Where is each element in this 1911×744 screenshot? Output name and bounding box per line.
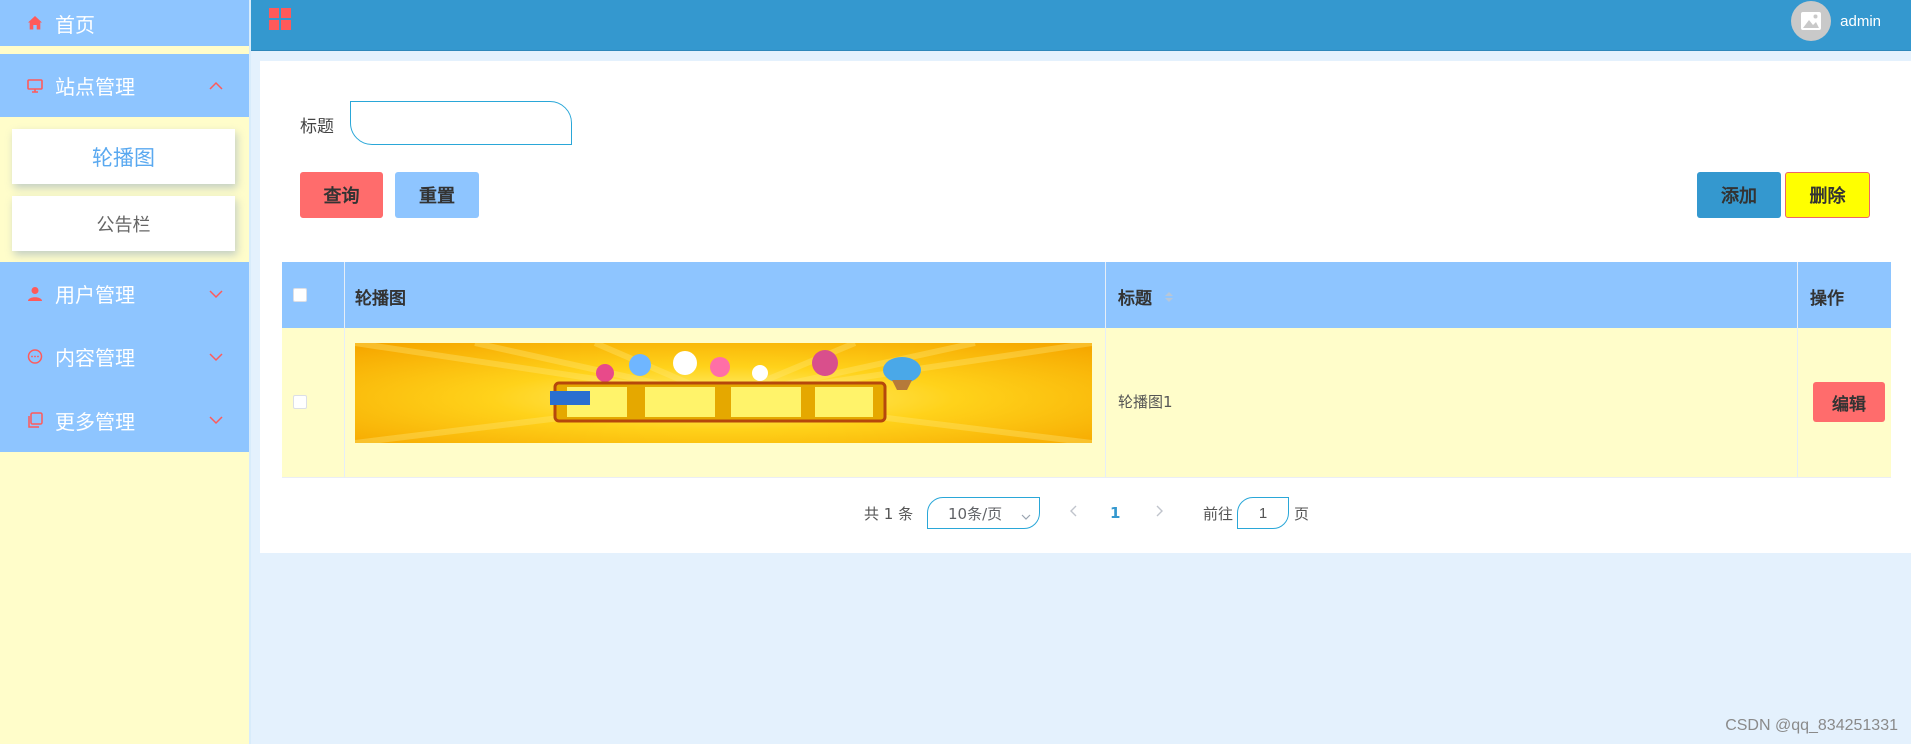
sidebar-item-label: 更多管理 <box>55 409 135 434</box>
select-all-checkbox[interactable] <box>293 288 307 302</box>
chevron-down-icon <box>1021 508 1031 520</box>
sidebar-item-content-management[interactable]: 内容管理 <box>0 325 249 388</box>
image-placeholder-icon <box>1801 12 1821 30</box>
page-number-current[interactable]: 1 <box>1110 504 1120 522</box>
column-divider <box>344 262 345 477</box>
grid-menu-icon[interactable] <box>268 7 292 31</box>
chevron-down-icon <box>207 411 225 429</box>
user-icon <box>26 285 44 303</box>
goto-prefix: 前往 <box>1203 505 1234 523</box>
reset-button[interactable]: 重置 <box>395 172 479 218</box>
goto-suffix: 页 <box>1294 505 1310 523</box>
table-row: 轮播图1 编辑 <box>282 328 1891 478</box>
sidebar-item-label: 内容管理 <box>55 346 135 370</box>
username[interactable]: admin <box>1840 13 1881 30</box>
submenu-item-label: 公告栏 <box>96 214 151 236</box>
prev-page-icon[interactable] <box>1068 503 1080 517</box>
delete-button[interactable]: 删除 <box>1785 172 1870 218</box>
home-icon <box>26 14 44 32</box>
column-divider <box>1105 262 1106 477</box>
page-size-value: 10条/页 <box>948 504 1003 523</box>
sidebar-item-label: 首页 <box>55 12 95 37</box>
pagination-total: 共 1 条 <box>864 505 914 523</box>
submenu-item-notice[interactable]: 公告栏 <box>12 196 235 251</box>
column-header-image: 轮播图 <box>355 289 406 309</box>
edit-button[interactable]: 编辑 <box>1813 382 1885 422</box>
banner-image <box>355 343 1092 443</box>
sidebar-item-label: 站点管理 <box>55 75 135 99</box>
sidebar-item-site-management[interactable]: 站点管理 <box>0 54 249 117</box>
sidebar-item-home[interactable]: 首页 <box>0 0 249 46</box>
sidebar-item-user-management[interactable]: 用户管理 <box>0 262 249 325</box>
submenu-item-carousel[interactable]: 轮播图 <box>12 129 235 184</box>
sort-icon[interactable] <box>1164 288 1174 307</box>
column-header-title[interactable]: 标题 <box>1118 284 1152 309</box>
sidebar-item-more-management[interactable]: 更多管理 <box>0 388 249 452</box>
main-card: 标题 查询 重置 添加 删除 轮播图 标题 操作 轮播图1 编辑 共 1 条 1… <box>260 61 1911 553</box>
submenu-item-label: 轮播图 <box>92 145 155 170</box>
column-divider <box>1797 262 1798 477</box>
row-checkbox[interactable] <box>293 395 307 409</box>
row-title: 轮播图1 <box>1118 393 1173 411</box>
chevron-up-icon <box>207 77 225 95</box>
add-button[interactable]: 添加 <box>1697 172 1781 218</box>
chevron-down-icon <box>207 285 225 303</box>
submenu: 轮播图 公告栏 <box>0 117 249 262</box>
table-header: 轮播图 标题 操作 <box>282 262 1891 328</box>
copy-icon <box>26 411 44 429</box>
sidebar-item-label: 用户管理 <box>55 283 135 307</box>
search-label: 标题 <box>300 117 334 137</box>
page-size-select[interactable]: 10条/页 <box>927 497 1040 529</box>
top-header: admin <box>251 0 1911 51</box>
column-header-action: 操作 <box>1810 289 1844 309</box>
next-page-icon[interactable] <box>1153 503 1165 517</box>
sidebar: 首页 站点管理 轮播图 公告栏 用户管理 内容管理 更多管理 <box>0 0 251 744</box>
chat-icon <box>26 348 44 366</box>
chevron-down-icon <box>207 348 225 366</box>
watermark: CSDN @qq_834251331 <box>1725 717 1898 734</box>
monitor-icon <box>26 77 44 95</box>
query-button[interactable]: 查询 <box>300 172 383 218</box>
avatar[interactable] <box>1791 1 1831 41</box>
title-search-input[interactable] <box>350 101 572 145</box>
goto-page-input[interactable] <box>1237 497 1289 529</box>
